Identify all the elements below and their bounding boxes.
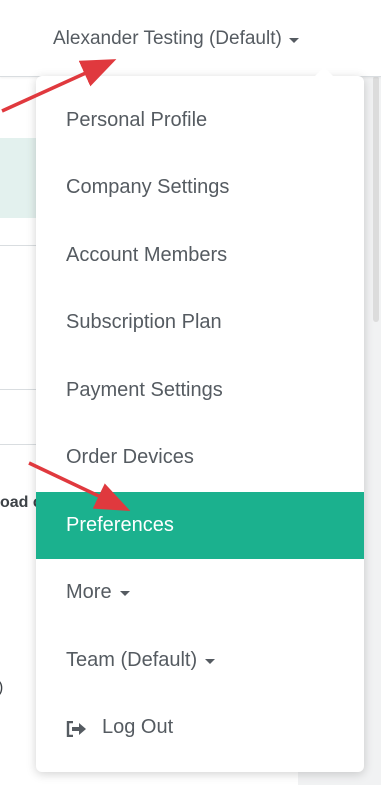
background-divider: [0, 389, 40, 390]
page: oad c ) Alexander Testing (Default) Pers…: [0, 0, 381, 785]
chevron-down-icon: [288, 37, 299, 43]
background-divider: [0, 245, 40, 246]
menu-item-personal-profile[interactable]: Personal Profile: [36, 87, 364, 154]
menu-item-label: Subscription Plan: [66, 311, 222, 333]
menu-item-label: Account Members: [66, 244, 228, 266]
background-text-fragment: ): [0, 679, 3, 697]
menu-item-label: Personal Profile: [66, 109, 208, 131]
menu-item-account-members[interactable]: Account Members: [36, 222, 364, 289]
menu-item-label: Team (Default): [66, 649, 198, 671]
menu-item-subscription-plan[interactable]: Subscription Plan: [36, 289, 364, 356]
menu-item-order-devices[interactable]: Order Devices: [36, 424, 364, 491]
menu-item-log-out[interactable]: Log Out: [36, 694, 364, 761]
scrollbar-thumb[interactable]: [373, 76, 379, 322]
sign-out-icon: [66, 720, 88, 737]
menu-item-label: Company Settings: [66, 176, 230, 198]
chevron-down-icon: [119, 591, 130, 596]
menu-item-payment-settings[interactable]: Payment Settings: [36, 357, 364, 424]
menu-item-team[interactable]: Team (Default): [36, 627, 364, 694]
account-menu-toggle[interactable]: Alexander Testing (Default): [53, 26, 299, 52]
menu-item-label: Payment Settings: [66, 379, 223, 401]
menu-item-preferences[interactable]: Preferences: [36, 492, 364, 559]
menu-item-label: Order Devices: [66, 446, 194, 468]
dropdown-pointer: [315, 67, 333, 76]
menu-item-more[interactable]: More: [36, 559, 364, 626]
top-navigation-bar: Alexander Testing (Default): [0, 0, 381, 77]
menu-item-label: Preferences: [66, 514, 174, 536]
menu-item-label: More: [66, 581, 112, 603]
background-divider: [0, 444, 40, 445]
menu-item-label: Log Out: [102, 716, 174, 738]
chevron-down-icon: [205, 659, 216, 664]
account-name: Alexander Testing (Default): [53, 28, 282, 49]
menu-item-company-settings[interactable]: Company Settings: [36, 154, 364, 221]
background-panel: [0, 138, 40, 218]
